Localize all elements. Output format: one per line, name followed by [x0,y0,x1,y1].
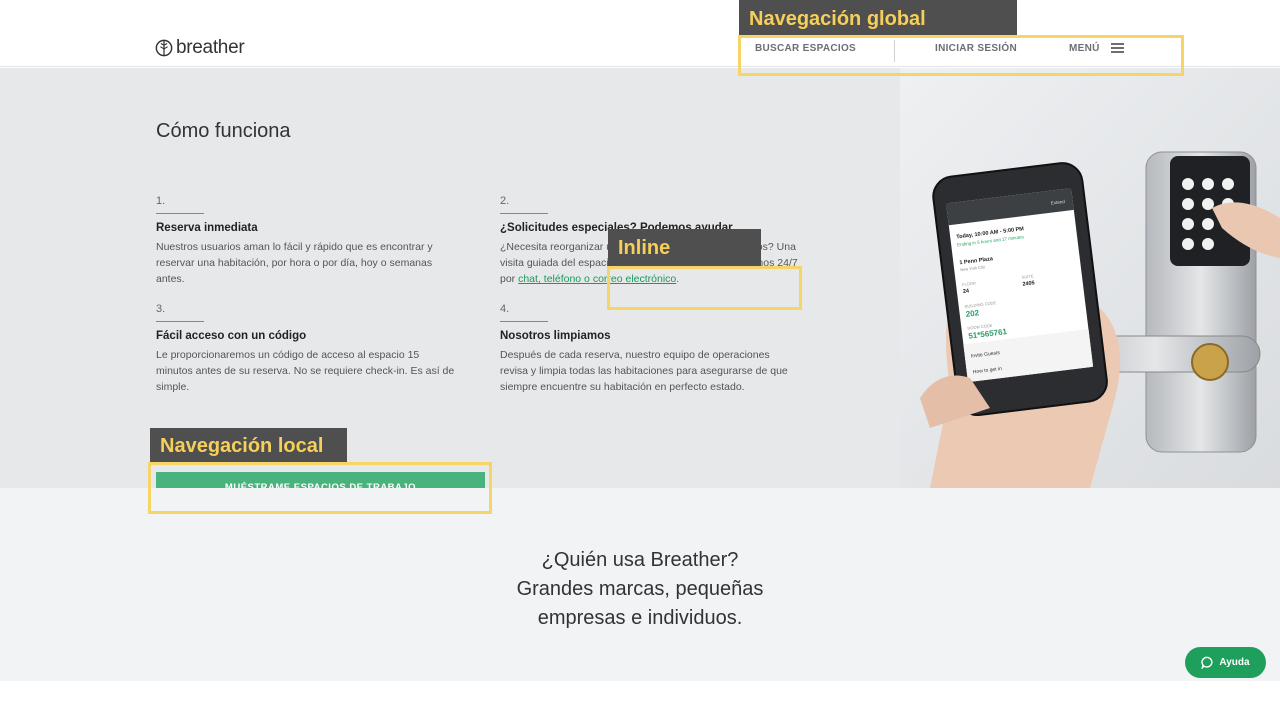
step-text: Después de cada reserva, nuestro equipo … [500,349,788,393]
who-uses-heading: ¿Quién usa Breather? Grandes marcas, peq… [440,546,840,633]
step-title: Nosotros limpiamos [500,330,611,342]
help-label: Ayuda [1219,657,1250,668]
step-number: 2. [500,195,510,207]
section-title: Cómo funciona [156,120,291,142]
logo-text: breather [176,37,245,58]
annotation-inline-label: Inline [608,229,761,268]
annotation-global-nav-box [738,35,1184,76]
step-number: 1. [156,195,166,207]
help-chat-button[interactable]: Ayuda [1185,647,1266,678]
who-uses-section: ¿Quién usa Breather? Grandes marcas, peq… [0,488,1280,681]
who-uses-line-3: empresas e individuos. [537,607,743,629]
step-number: 3. [156,303,166,315]
annotation-global-nav-label: Navegación global [739,0,1017,38]
step-1: 1. Reserva inmediata Nuestros usuarios a… [156,195,456,287]
step-divider [500,213,548,214]
phone-smart-lock-image: Today, 10:00 AM - 5:00 PM Ending in 5 ho… [900,68,1280,488]
who-uses-line-2: Grandes marcas, pequeñas [516,578,764,600]
leaf-logo-icon [155,39,173,57]
step-divider [500,321,548,322]
annotation-local-nav-label: Navegación local [150,428,347,464]
phone-building-code-value: 202 [965,308,980,319]
annotation-inline-box [607,266,802,310]
step-divider [156,213,204,214]
page: breather BUSCAR ESPACIOS INICIAR SESIÓN … [0,0,1280,720]
step-title: Reserva inmediata [156,222,258,234]
annotation-local-nav-box [148,462,492,514]
step-3: 3. Fácil acceso con un código Le proporc… [156,303,456,395]
step-text: Nuestros usuarios aman lo fácil y rápido… [156,241,433,285]
step-title: Fácil acceso con un código [156,330,307,342]
chat-bubble-icon [1201,656,1213,669]
step-4: 4. Nosotros limpiamos Después de cada re… [500,303,800,395]
step-text: Le proporcionaremos un código de acceso … [156,349,455,393]
step-divider [156,321,204,322]
breather-logo[interactable]: breather [155,37,245,59]
who-uses-line-1: ¿Quién usa Breather? [541,549,739,571]
